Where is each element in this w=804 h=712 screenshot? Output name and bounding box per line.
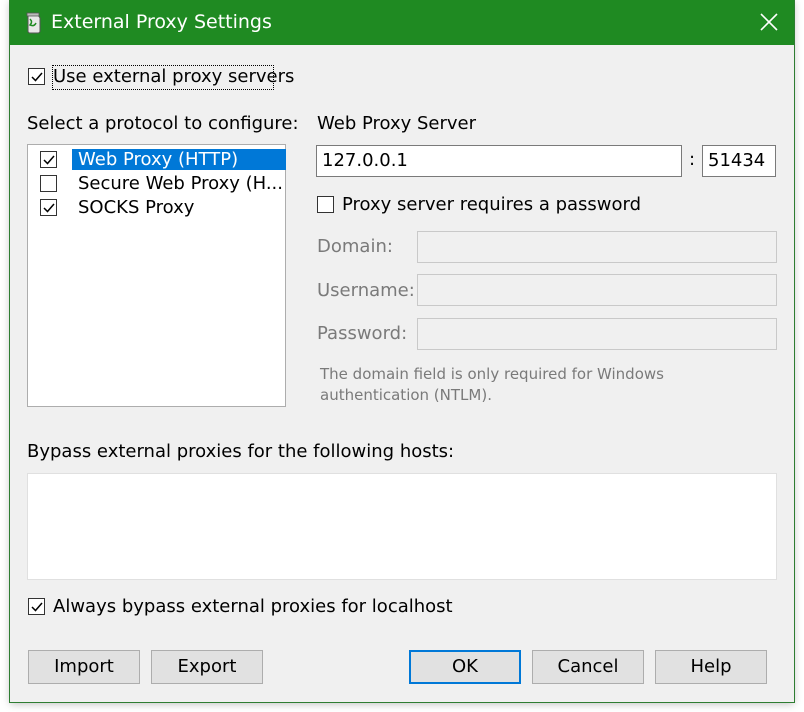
protocol-list[interactable]: Web Proxy (HTTP) Secure Web Proxy (H... … xyxy=(27,144,286,407)
use-external-proxy-checkbox[interactable] xyxy=(28,68,45,85)
protocol-checkbox-web-proxy[interactable] xyxy=(40,151,57,168)
title-bar[interactable]: External Proxy Settings xyxy=(10,0,794,45)
proxy-host-input[interactable]: 127.0.0.1 xyxy=(316,145,682,177)
requires-password-label[interactable]: Proxy server requires a password xyxy=(342,194,641,215)
protocol-item-label: Web Proxy (HTTP) xyxy=(72,149,286,170)
checkmark-icon xyxy=(31,602,43,612)
bypass-localhost-checkbox[interactable] xyxy=(28,598,45,615)
ok-button[interactable]: OK xyxy=(409,650,521,684)
protocol-checkbox-secure-web-proxy[interactable] xyxy=(40,175,57,192)
bypass-localhost-label[interactable]: Always bypass external proxies for local… xyxy=(53,596,453,617)
import-button[interactable]: Import xyxy=(28,650,140,684)
domain-input[interactable] xyxy=(417,231,777,263)
domain-note-line-2: authentication (NTLM). xyxy=(320,386,492,404)
domain-label: Domain: xyxy=(317,236,393,257)
protocol-item-label: Secure Web Proxy (H... xyxy=(78,173,283,194)
app-icon xyxy=(26,12,41,34)
window-title: External Proxy Settings xyxy=(51,11,272,33)
protocol-item-socks-proxy[interactable]: SOCKS Proxy xyxy=(28,196,285,220)
use-external-proxy-label[interactable]: Use external proxy servers xyxy=(53,66,294,87)
server-heading: Web Proxy Server xyxy=(317,113,477,134)
cancel-button[interactable]: Cancel xyxy=(532,650,644,684)
protocol-heading: Select a protocol to configure: xyxy=(27,113,299,134)
checkmark-icon xyxy=(43,155,55,165)
host-port-separator: : xyxy=(689,149,696,170)
bypass-heading: Bypass external proxies for the followin… xyxy=(27,441,455,462)
close-icon xyxy=(760,13,778,31)
export-button[interactable]: Export xyxy=(151,650,263,684)
help-button[interactable]: Help xyxy=(655,650,767,684)
protocol-item-secure-web-proxy[interactable]: Secure Web Proxy (H... xyxy=(28,172,285,196)
proxy-settings-dialog: External Proxy Settings Use external pro… xyxy=(10,0,794,702)
protocol-item-label: SOCKS Proxy xyxy=(78,197,195,218)
proxy-port-input[interactable]: 51434 xyxy=(702,145,776,177)
checkmark-icon xyxy=(43,203,55,213)
password-label: Password: xyxy=(317,323,408,344)
bypass-hosts-textarea[interactable] xyxy=(27,473,777,580)
protocol-checkbox-socks-proxy[interactable] xyxy=(40,199,57,216)
protocol-item-web-proxy[interactable]: Web Proxy (HTTP) xyxy=(28,148,286,172)
password-input[interactable] xyxy=(417,318,777,350)
close-button[interactable] xyxy=(744,0,794,45)
checkmark-icon xyxy=(31,72,43,82)
requires-password-checkbox[interactable] xyxy=(317,196,334,213)
username-label: Username: xyxy=(317,280,415,301)
username-input[interactable] xyxy=(417,274,777,306)
domain-note-line-1: The domain field is only required for Wi… xyxy=(320,365,664,383)
